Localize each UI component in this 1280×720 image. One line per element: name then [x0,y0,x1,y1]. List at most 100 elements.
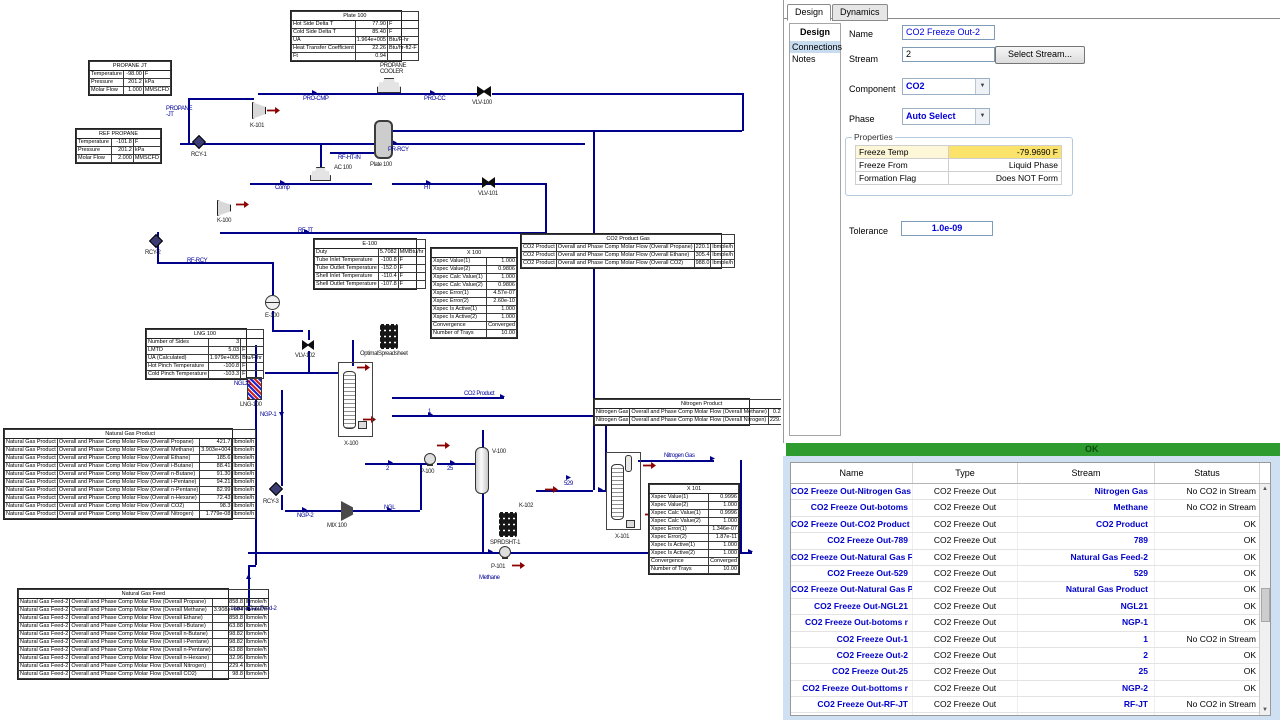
result-row[interactable]: CO2 Freeze Out-529CO2 Freeze Out529OK [791,566,1270,582]
property-value[interactable]: Does NOT Form [949,172,1062,185]
chevron-down-icon[interactable]: ▼ [975,109,989,124]
equipment-p-101[interactable] [499,546,511,558]
equipment-v-100[interactable] [475,447,489,494]
flowsheet-table-ref-propane[interactable]: REF PROPANETemperature-101.8FPressure201… [75,128,162,164]
property-value[interactable]: -79.9690 F [949,146,1062,159]
tab-design[interactable]: Design [787,4,831,21]
flowsheet-table-e-100[interactable]: E-100Duty5.7082MMBtu/hrTube Inlet Temper… [313,238,417,290]
equipment-x-101-condenser[interactable] [625,455,632,472]
flowsheet-table-nitrogen-product[interactable]: Nitrogen ProductNitrogen GasOverall and … [593,398,750,426]
flowsheet-table-natural-gas-feed[interactable]: Natural Gas FeedNatural Gas Feed-2Overal… [17,588,229,680]
table-cell: 201.2 [111,147,133,155]
table-row: Xspec Calc Value(1)1.000 [432,274,517,282]
equipment-label-e-100: E-100 [265,313,279,319]
equipment-ac-100[interactable] [310,167,331,181]
equipment-p-100[interactable] [424,453,436,465]
property-value[interactable]: Liquid Phase [949,159,1062,172]
property-row-freeze-from[interactable]: Freeze FromLiquid Phase [856,159,1062,172]
energy-stream[interactable] [437,442,450,449]
nav-item-connections[interactable]: Connections [790,41,840,53]
energy-stream[interactable] [545,486,558,493]
flowsheet-table-lng-100[interactable]: LNG 100Number of Sides3LMTD5.03FUA (Calc… [145,328,247,380]
result-row[interactable]: CO2 Freeze Out-PR-JTCO2 Freeze OutPR-JTN… [791,713,1270,716]
table-row: Natural Gas ProductOverall and Phase Com… [5,471,256,479]
flowsheet-table-propane-jt[interactable]: PROPANE JTTemperature-98.00FPressure201.… [88,60,172,96]
flowsheet-table-plate-100[interactable]: Plate 100Hot Side Delta T77.90FCold Side… [290,10,402,62]
result-row[interactable]: CO2 Freeze Out-Natural Gas ProdCO2 Freez… [791,582,1270,598]
table-cell: Overall and Phase Comp Molar Flow (Overa… [70,607,212,615]
result-row[interactable]: CO2 Freeze Out-botomsCO2 Freeze OutMetha… [791,500,1270,516]
energy-stream[interactable] [512,562,525,569]
results-header-type[interactable]: Type [913,463,1018,483]
results-header-stream[interactable]: Stream [1018,463,1155,483]
flowsheet-table-x-100[interactable]: X 100Xspec Value(1)1.000Xspec Value(2)0.… [430,247,518,339]
scroll-up-icon[interactable]: ▲ [1260,484,1270,494]
table-cell: Xspec Is Active(1) [432,306,487,314]
table-cell: Overall and Phase Comp Molar Flow (Overa… [57,455,199,463]
result-row[interactable]: CO2 Freeze Out-bottoms rCO2 Freeze OutNG… [791,681,1270,697]
equipment-plate-100[interactable] [374,120,393,159]
result-row[interactable]: CO2 Freeze Out-RF-JTCO2 Freeze OutRF-JTN… [791,697,1270,713]
equipment-x-101-column[interactable] [611,464,624,520]
results-scrollbar[interactable]: ▲ ▼ [1259,484,1270,715]
results-header-status[interactable]: Status [1155,463,1260,483]
equipment-rcy-1[interactable] [192,135,206,149]
property-row-freeze-temp[interactable]: Freeze Temp-79.9690 F [856,146,1062,159]
results-header-name[interactable]: Name [791,463,913,483]
chevron-down-icon[interactable]: ▼ [975,79,989,94]
equipment-x-100-column[interactable] [343,371,356,429]
equipment-mix-100[interactable] [341,501,353,521]
property-row-formation-flag[interactable]: Formation FlagDoes NOT Form [856,172,1062,185]
table-cell: Cold Pinch Temperature [147,371,209,379]
result-name: CO2 Freeze Out-CO2 Product [791,517,913,532]
result-row[interactable]: CO2 Freeze Out-Nitrogen GasCO2 Freeze Ou… [791,484,1270,500]
flowsheet-table-natural-gas-product[interactable]: Natural Gas ProductNatural Gas ProductOv… [3,428,233,520]
energy-stream[interactable] [267,107,280,114]
result-row[interactable]: CO2 Freeze Out-2CO2 Freeze Out2OK [791,648,1270,664]
name-input[interactable]: CO2 Freeze Out-2 [902,25,995,40]
nav-item-notes[interactable]: Notes [790,53,840,65]
phase-dropdown[interactable]: Auto Select ▼ [902,108,990,125]
equipment-vlv-102[interactable] [302,340,314,350]
table-cell: F [398,273,425,281]
scrollbar-thumb[interactable] [1261,588,1270,622]
tolerance-input[interactable]: 1.0e-09 [901,221,993,236]
table-row: Tube Inlet Temperature-100.8F [315,257,426,265]
equipment-e-100[interactable] [265,295,280,310]
equipment-vlv-101[interactable] [482,177,495,188]
equipment-x-101-reboiler[interactable] [626,520,635,528]
result-row[interactable]: CO2 Freeze Out-1CO2 Freeze Out1No CO2 in… [791,632,1270,648]
result-row[interactable]: CO2 Freeze Out-789CO2 Freeze Out789OK [791,533,1270,549]
result-row[interactable]: CO2 Freeze Out-NGL21CO2 Freeze OutNGL21O… [791,599,1270,615]
equipment-rcy-2[interactable] [149,234,163,248]
equipment-vlv-100[interactable] [477,86,491,97]
pfd-canvas[interactable]: PROPANE COOLERPRO-CMPPRO-CCVLV-100PROPAN… [0,0,781,720]
table-cell: Natural Gas Product [5,511,58,519]
equipment-sprdsht-1[interactable] [499,512,517,537]
equipment-k-101[interactable] [252,102,266,119]
table-row: ConvergenceConverged [650,558,739,566]
stream-input[interactable]: 2 [902,47,995,62]
stream-label-co2-product: CO2 Product [464,391,494,397]
result-row[interactable]: CO2 Freeze Out-CO2 ProductCO2 Freeze Out… [791,517,1270,533]
table-row: Natural Gas Feed-2Overall and Phase Comp… [19,623,269,631]
component-dropdown[interactable]: CO2 ▼ [902,78,990,95]
table-cell: Heat Transfer Coefficient [292,45,356,53]
energy-stream[interactable] [643,462,656,469]
scroll-down-icon[interactable]: ▼ [1260,705,1270,715]
equipment-k-100[interactable] [217,200,231,216]
result-row[interactable]: CO2 Freeze Out-Natural Gas FeedCO2 Freez… [791,550,1270,566]
select-stream-button[interactable]: Select Stream... [995,46,1085,64]
flowsheet-table-x-101[interactable]: X 101Xspec Value(1)0.9996Xspec Value(2)1… [648,483,740,575]
result-row[interactable]: CO2 Freeze Out-botoms rCO2 Freeze OutNGP… [791,615,1270,631]
property-label: Freeze From [856,159,949,172]
equipment-optimal-spreadsheet[interactable] [380,324,398,349]
table-cell: Duty [315,249,379,257]
flowsheet-table-co2-product-gas[interactable]: CO2 Product GasCO2 ProductOverall and Ph… [520,233,722,269]
energy-stream[interactable] [236,201,249,208]
table-row: Natural Gas ProductOverall and Phase Com… [5,463,256,471]
tab-dynamics[interactable]: Dynamics [832,4,888,21]
equipment-x-100-reboiler[interactable] [358,421,367,429]
equipment-propane-cooler[interactable] [377,78,401,93]
result-row[interactable]: CO2 Freeze Out-25CO2 Freeze Out25OK [791,664,1270,680]
